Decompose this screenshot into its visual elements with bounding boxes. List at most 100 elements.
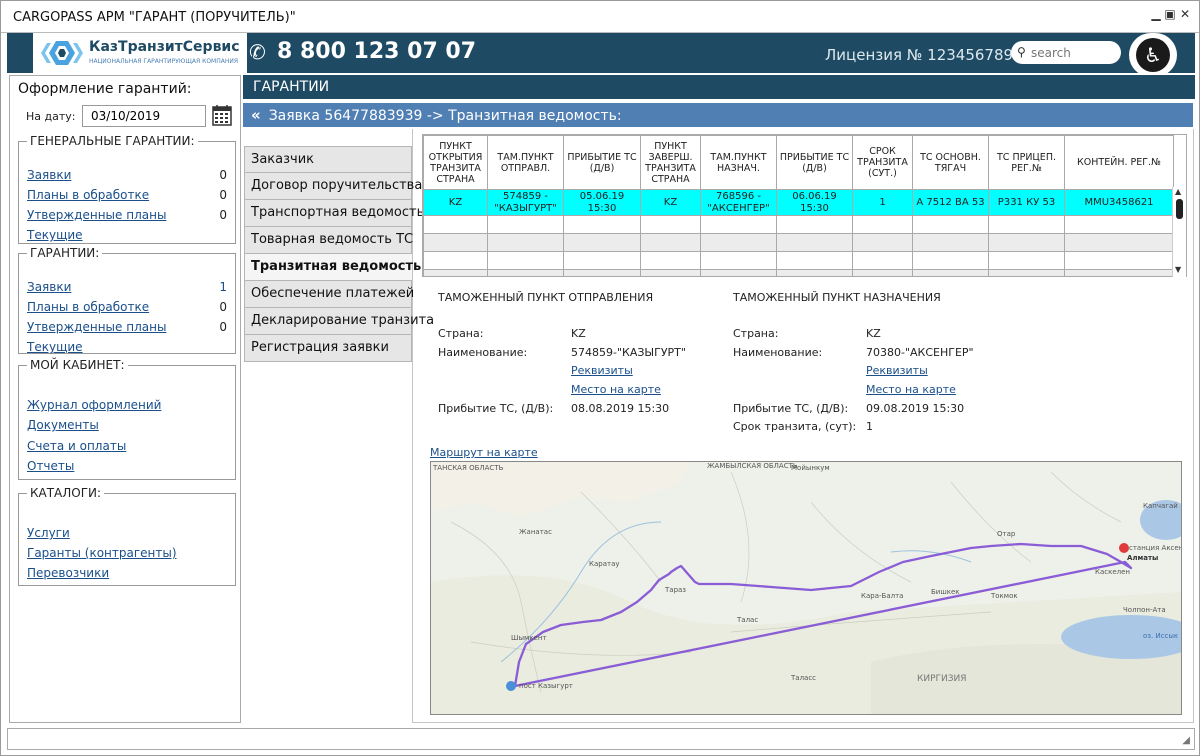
- table-row-empty[interactable]: [423, 269, 1174, 276]
- carriers-link[interactable]: Перевозчики: [27, 566, 109, 580]
- scroll-up-icon[interactable]: ▲: [1175, 187, 1181, 196]
- map-label: Шымкент: [511, 634, 547, 642]
- list-item: Гаранты (контрагенты): [27, 546, 227, 564]
- current-link[interactable]: Текущие: [27, 340, 83, 354]
- table-cell: 574859 - "КАЗЫГУРТ": [487, 189, 564, 216]
- guarantors-link[interactable]: Гаранты (контрагенты): [27, 546, 177, 560]
- tab-transport-sheet[interactable]: Транспортная ведомость: [244, 200, 424, 227]
- gen-requests-link[interactable]: Заявки: [27, 168, 71, 182]
- destination-title: ТАМОЖЕННЫЙ ПУНКТ НАЗНАЧЕНИЯ: [733, 291, 941, 304]
- tab-request-registration[interactable]: Регистрация заявки: [244, 335, 412, 362]
- tab-transit-declaration[interactable]: Декларирование транзита: [244, 308, 434, 335]
- calendar-icon[interactable]: [212, 104, 232, 126]
- map-label: Токмок: [991, 592, 1018, 600]
- date-field[interactable]: [82, 105, 206, 127]
- tab-transit-sheet[interactable]: Транзитная ведомость: [244, 254, 421, 281]
- table-row[interactable]: KZ 574859 - "КАЗЫГУРТ" 05.06.19 15:30 KZ…: [423, 189, 1174, 216]
- resize-grip-icon[interactable]: ◢: [1182, 735, 1190, 746]
- group-legend: ГАРАНТИИ:: [30, 246, 100, 260]
- scrollbar-thumb[interactable]: [1176, 199, 1183, 219]
- route-map-link[interactable]: Маршрут на карте: [430, 446, 538, 459]
- map-label: пост Казыгурт: [519, 682, 573, 690]
- reports-link[interactable]: Отчеты: [27, 459, 74, 473]
- search-input[interactable]: [1031, 44, 1115, 61]
- map-label: КИРГИЗИЯ: [917, 674, 967, 684]
- tab-surety-contract[interactable]: Договор поручительства: [244, 173, 422, 200]
- column-header[interactable]: ТАМ.ПУНКТ ОТПРАВЛ.: [487, 135, 564, 190]
- gen-current-link[interactable]: Текущие: [27, 228, 83, 242]
- services-link[interactable]: Услуги: [27, 526, 70, 540]
- requests-link[interactable]: Заявки: [27, 280, 71, 294]
- origin-arrival-label: Прибытие ТС, (Д/В):: [438, 402, 554, 415]
- gen-plans-processing-link[interactable]: Планы в обработке: [27, 188, 149, 202]
- map-label: Мойынкум: [791, 464, 830, 472]
- table-row-empty[interactable]: [423, 215, 1174, 234]
- map-label: Чолпон-Ата: [1123, 606, 1166, 614]
- column-header[interactable]: ТАМ.ПУНКТ НАЗНАЧ.: [700, 135, 777, 190]
- tab-customer[interactable]: Заказчик: [244, 146, 412, 173]
- origin-requisites-link[interactable]: Реквизиты: [571, 364, 633, 377]
- accessibility-icon: ♿: [1136, 38, 1170, 72]
- approved-plans-link[interactable]: Утвержденные планы: [27, 320, 166, 334]
- column-header[interactable]: ТС ОСНОВН. ТЯГАЧ: [912, 135, 989, 190]
- column-header[interactable]: ПУНКТ ОТКРЫТИЯ ТРАНЗИТА СТРАНА: [423, 135, 488, 190]
- destination-map-link[interactable]: Место на карте: [866, 383, 956, 396]
- maximize-icon[interactable]: ▣: [1163, 7, 1177, 21]
- origin-country-label: Страна:: [438, 327, 484, 340]
- table-row-empty[interactable]: [423, 251, 1174, 270]
- catalogs-group: КАТАЛОГИ: Услуги Гаранты (контрагенты) П…: [18, 486, 236, 586]
- list-item: Текущие: [27, 228, 227, 246]
- search-box[interactable]: ⚲: [1011, 41, 1121, 64]
- list-item: Утвержденные планы 0: [27, 208, 227, 226]
- list-item: Услуги: [27, 526, 227, 544]
- group-legend: ГЕНЕРАЛЬНЫЕ ГАРАНТИИ:: [30, 134, 195, 148]
- invoices-link[interactable]: Счета и оплаты: [27, 439, 126, 453]
- column-header[interactable]: ПРИБЫТИЕ ТС (Д/В): [563, 135, 641, 190]
- column-header[interactable]: СРОК ТРАНЗИТА (СУТ.): [852, 135, 913, 190]
- gen-approved-plans-link[interactable]: Утвержденные планы: [27, 208, 166, 222]
- transit-term-label: Срок транзита, (сут):: [733, 420, 857, 433]
- map-label: Отар: [997, 530, 1016, 538]
- accessibility-button[interactable]: ♿: [1129, 33, 1177, 77]
- tab-goods-sheet[interactable]: Товарная ведомость ТС: [244, 227, 413, 254]
- table-cell: 05.06.19 15:30: [563, 189, 641, 216]
- phone-icon: ✆: [249, 40, 266, 64]
- map-label: ТАНСКАЯ ОБЛАСТЬ: [433, 464, 504, 472]
- scroll-down-icon[interactable]: ▼: [1175, 265, 1181, 274]
- plans-processing-link[interactable]: Планы в обработке: [27, 300, 149, 314]
- map-label: Бишкек: [931, 588, 960, 596]
- column-header[interactable]: ПРИБЫТИЕ ТС (Д/В): [776, 135, 853, 190]
- close-icon[interactable]: ✕: [1178, 7, 1192, 21]
- map-label: Жанатас: [519, 528, 552, 536]
- table-cell: Р331 КУ 53: [988, 189, 1065, 216]
- documents-link[interactable]: Документы: [27, 418, 99, 432]
- logo-mark-icon: [41, 41, 83, 65]
- table-scrollbar[interactable]: ▲ ▼: [1172, 187, 1186, 277]
- tab-payment-security[interactable]: Обеспечение платежей: [244, 281, 414, 308]
- route-map[interactable]: ТАНСКАЯ ОБЛАСТЬ ЖАМБЫЛСКАЯ ОБЛАСТЬ Мойын…: [430, 461, 1182, 715]
- item-count: 1: [219, 280, 227, 294]
- destination-requisites-link[interactable]: Реквизиты: [866, 364, 928, 377]
- origin-name-label: Наименование:: [438, 346, 528, 359]
- map-label: станция Аксенгер: [1129, 544, 1181, 552]
- destination-name: 70380-"АКСЕНГЕР": [866, 346, 974, 359]
- minimize-icon[interactable]: ▁: [1149, 7, 1163, 21]
- transit-table: ПУНКТ ОТКРЫТИЯ ТРАНЗИТА СТРАНА ТАМ.ПУНКТ…: [422, 134, 1187, 277]
- my-cabinet-group: МОЙ КАБИНЕТ: Журнал оформлений Документы…: [18, 358, 236, 480]
- list-item: Отчеты: [27, 459, 227, 477]
- journal-link[interactable]: Журнал оформлений: [27, 398, 161, 412]
- origin-marker-icon: [506, 681, 516, 691]
- column-header[interactable]: ПУНКТ ЗАВЕРШ. ТРАНЗИТА СТРАНА: [640, 135, 701, 190]
- table-row-empty[interactable]: [423, 233, 1174, 252]
- column-header[interactable]: ТС ПРИЦЕП. РЕГ.№: [988, 135, 1065, 190]
- app-window: CARGOPASS АРМ "ГАРАНТ (ПОРУЧИТЕЛЬ)" ▁ ▣ …: [0, 0, 1200, 756]
- map-label: ЖАМБЫЛСКАЯ ОБЛАСТЬ: [707, 462, 798, 470]
- origin-map-link[interactable]: Место на карте: [571, 383, 661, 396]
- origin-country: KZ: [571, 327, 586, 340]
- column-header[interactable]: КОНТЕЙН. РЕГ.№: [1064, 135, 1174, 190]
- list-item: Заявки 0: [27, 168, 227, 186]
- back-icon[interactable]: «: [251, 106, 261, 124]
- map-label: Каратау: [589, 560, 620, 568]
- general-guarantees-group: ГЕНЕРАЛЬНЫЕ ГАРАНТИИ: Заявки 0 Планы в о…: [18, 134, 236, 244]
- search-icon[interactable]: ⚲: [1017, 45, 1026, 59]
